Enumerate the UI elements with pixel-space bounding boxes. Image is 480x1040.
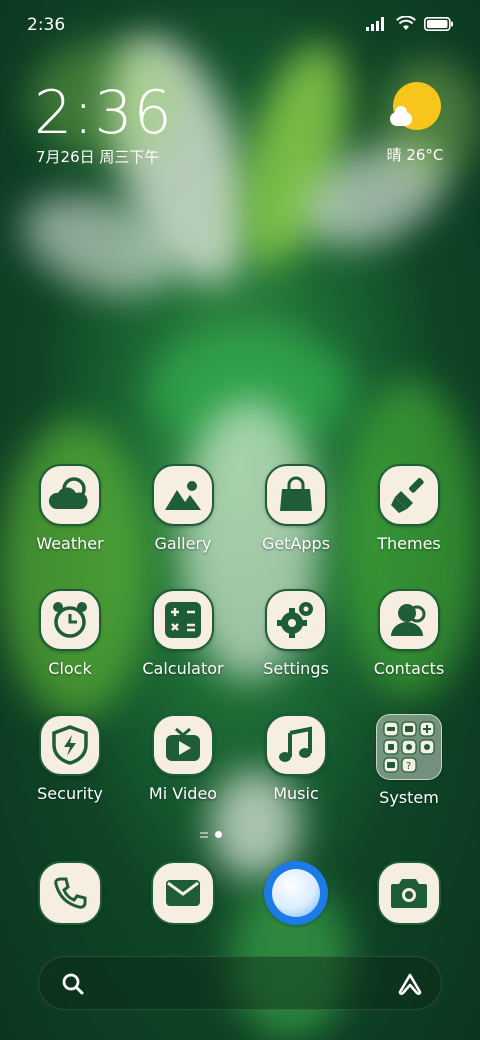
- weather-widget-text: 晴 26°C: [386, 146, 444, 164]
- sun-cloud-icon: [390, 82, 441, 132]
- feed-page-indicator: [200, 831, 208, 838]
- browser-icon: [264, 861, 328, 925]
- dock-camera[interactable]: [377, 861, 441, 925]
- app-music[interactable]: Music: [241, 714, 351, 803]
- app-label: Contacts: [373, 659, 445, 678]
- app-system-folder[interactable]: ? System: [354, 714, 464, 807]
- app-label: GetApps: [261, 534, 331, 553]
- phone-icon: [54, 877, 87, 909]
- weather-widget[interactable]: 晴 26°C: [380, 82, 450, 165]
- gear-icon: [277, 602, 313, 638]
- app-label: Gallery: [154, 534, 212, 553]
- contacts-icon: [391, 604, 426, 636]
- app-themes[interactable]: Themes: [354, 464, 464, 553]
- current-page-dot: [215, 831, 222, 838]
- shopping-bag-icon: [280, 476, 312, 511]
- alarm-clock-icon: [53, 602, 87, 638]
- app-label: Settings: [263, 659, 329, 678]
- paintbrush-icon: [391, 478, 424, 513]
- clock-widget-time[interactable]: 2:36: [34, 78, 173, 148]
- page-indicator: [200, 831, 222, 838]
- app-contacts[interactable]: Contacts: [354, 589, 464, 678]
- status-bar: 2:36: [0, 0, 480, 50]
- envelope-icon: [166, 880, 200, 906]
- app-label: Themes: [377, 534, 441, 553]
- app-mi-video[interactable]: Mi Video: [128, 714, 238, 803]
- app-weather[interactable]: Weather: [15, 464, 125, 553]
- dock-browser[interactable]: [264, 861, 328, 925]
- clock-widget-date: 7月26日 周三下午: [36, 148, 160, 166]
- app-label: Weather: [36, 534, 104, 553]
- app-label: Security: [37, 784, 103, 803]
- search-icon: [62, 973, 84, 995]
- status-time: 2:36: [27, 15, 66, 35]
- app-getapps[interactable]: GetApps: [241, 464, 351, 553]
- folder-icon: ?: [383, 721, 435, 773]
- wifi-icon: [396, 16, 416, 30]
- app-security[interactable]: Security: [15, 714, 125, 803]
- app-gallery[interactable]: Gallery: [128, 464, 238, 553]
- signal-icon: [366, 16, 384, 31]
- camera-icon: [391, 879, 427, 908]
- shield-icon: [52, 725, 88, 765]
- dock-phone[interactable]: [38, 861, 102, 925]
- app-label: Mi Video: [148, 784, 218, 803]
- tv-play-icon: [166, 727, 200, 761]
- calculator-icon: [165, 602, 201, 638]
- svg-text:?: ?: [406, 761, 411, 772]
- music-note-icon: [279, 726, 312, 762]
- app-calculator[interactable]: Calculator: [128, 589, 238, 678]
- app-label: Clock: [48, 659, 92, 678]
- app-settings[interactable]: Settings: [241, 589, 351, 678]
- dock-messages[interactable]: [151, 861, 215, 925]
- app-label: Music: [273, 784, 319, 803]
- gallery-icon: [165, 481, 201, 510]
- app-label: Calculator: [142, 659, 224, 678]
- assistant-icon[interactable]: [397, 972, 423, 996]
- battery-icon: [424, 16, 453, 31]
- search-bar[interactable]: [38, 956, 442, 1010]
- app-label: System: [379, 788, 439, 807]
- app-clock[interactable]: Clock: [15, 589, 125, 678]
- weather-icon: [48, 477, 88, 509]
